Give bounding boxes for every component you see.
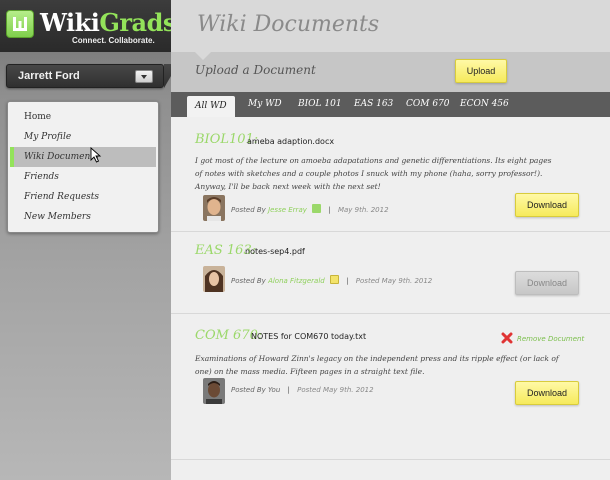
remove-x-icon[interactable] — [501, 332, 513, 344]
tab-econ-456[interactable]: ECON 456 — [452, 92, 517, 117]
chevron-down-icon[interactable] — [135, 70, 153, 83]
upload-label: Upload a Document — [195, 63, 316, 77]
brand-name-part2: Grads — [99, 8, 176, 37]
upload-button[interactable]: Upload — [455, 59, 507, 83]
posted-date: Posted May 9th. 2012 — [355, 277, 433, 285]
meta-separator: | — [328, 206, 331, 214]
brand-tagline: Connect. Collaborate. — [72, 36, 155, 45]
document-filename[interactable]: ameba adaption.docx — [247, 137, 334, 146]
tab-my-wd[interactable]: My WD — [240, 92, 290, 117]
download-button[interactable]: Download — [515, 271, 579, 295]
remove-document-link[interactable]: Remove Document — [501, 332, 584, 344]
meta-separator: | — [346, 277, 349, 285]
nav-item-my-profile[interactable]: My Profile — [10, 127, 156, 147]
meta-separator: | — [287, 386, 290, 394]
posted-date: May 9th. 2012 — [337, 206, 389, 214]
page-title: Wiki Documents — [197, 12, 380, 37]
logo-icon[interactable] — [6, 10, 34, 38]
nav-item-label: Friends — [24, 172, 59, 182]
nav-item-label: Friend Requests — [24, 192, 100, 202]
user-badge-icon — [329, 275, 339, 284]
tab-all-wd[interactable]: All WD — [187, 96, 235, 117]
course-tabs: All WD My WD BIOL 101 EAS 163 COM 670 EC… — [171, 92, 610, 117]
avatar[interactable] — [203, 266, 225, 292]
nav-item-label: Home — [24, 112, 52, 122]
mouse-cursor-icon — [90, 147, 102, 163]
brand-name-part1: Wiki — [40, 8, 100, 37]
logo-bar: WikiGrads Connect. Collaborate. — [0, 0, 176, 52]
document-item: EAS 163: notes-sep4.pdf Posted By Alona … — [171, 232, 610, 314]
remove-document-label: Remove Document — [517, 335, 585, 343]
tab-eas-163[interactable]: EAS 163 — [346, 92, 401, 117]
posted-by-label: Posted By You — [231, 386, 281, 394]
author-link[interactable]: Jesse Erray — [268, 206, 307, 214]
document-item: COM 670: NOTES for COM670 today.txt Remo… — [171, 314, 610, 460]
posted-date: Posted May 9th. 2012 — [297, 386, 374, 394]
user-name: Jarrett Ford — [18, 70, 80, 82]
nav-item-label: New Members — [24, 212, 91, 222]
document-filename[interactable]: NOTES for COM670 today.txt — [251, 332, 366, 341]
document-item: BIOL101: ameba adaption.docx I got most … — [171, 117, 610, 232]
avatar[interactable] — [203, 195, 225, 221]
document-description: Examinations of Howard Zinn's legacy on … — [195, 354, 559, 376]
posted-by-label: Posted By — [231, 277, 266, 285]
nav-item-friend-requests[interactable]: Friend Requests — [10, 187, 156, 207]
posted-by-label: Posted By — [231, 206, 266, 214]
document-meta: Posted By Alona Fitzgerald | Posted May … — [231, 275, 432, 285]
avatar[interactable] — [203, 378, 225, 404]
brand-logo[interactable]: WikiGrads — [40, 8, 176, 37]
download-button[interactable]: Download — [515, 193, 579, 217]
main-nav: Home My Profile Wiki Documents Friends F… — [7, 101, 159, 233]
tab-com-670[interactable]: COM 670 — [398, 92, 458, 117]
tab-biol-101[interactable]: BIOL 101 — [290, 92, 350, 117]
user-menu[interactable]: Jarrett Ford — [6, 64, 164, 88]
title-bar: Wiki Documents — [171, 0, 610, 52]
document-description: I got most of the lecture on amoeba adap… — [195, 156, 552, 191]
nav-item-friends[interactable]: Friends — [10, 167, 156, 187]
nav-item-new-members[interactable]: New Members — [10, 207, 156, 227]
download-button[interactable]: Download — [515, 381, 579, 405]
document-meta: Posted By You | Posted May 9th. 2012 — [231, 386, 374, 394]
author-link[interactable]: Alona Fitzgerald — [268, 277, 325, 285]
user-badge-icon — [312, 204, 322, 213]
title-bar-notch — [195, 52, 211, 60]
nav-item-home[interactable]: Home — [10, 107, 156, 127]
document-filename[interactable]: notes-sep4.pdf — [245, 247, 305, 256]
nav-item-wiki-documents[interactable]: Wiki Documents — [10, 147, 156, 167]
document-meta: Posted By Jesse Erray | May 9th. 2012 — [231, 204, 389, 214]
nav-item-label: Wiki Documents — [24, 152, 99, 162]
main-content: Wiki Documents Upload a Document Upload … — [171, 0, 610, 480]
nav-item-label: My Profile — [24, 132, 72, 142]
sidebar: WikiGrads Connect. Collaborate. Jarrett … — [0, 0, 178, 480]
